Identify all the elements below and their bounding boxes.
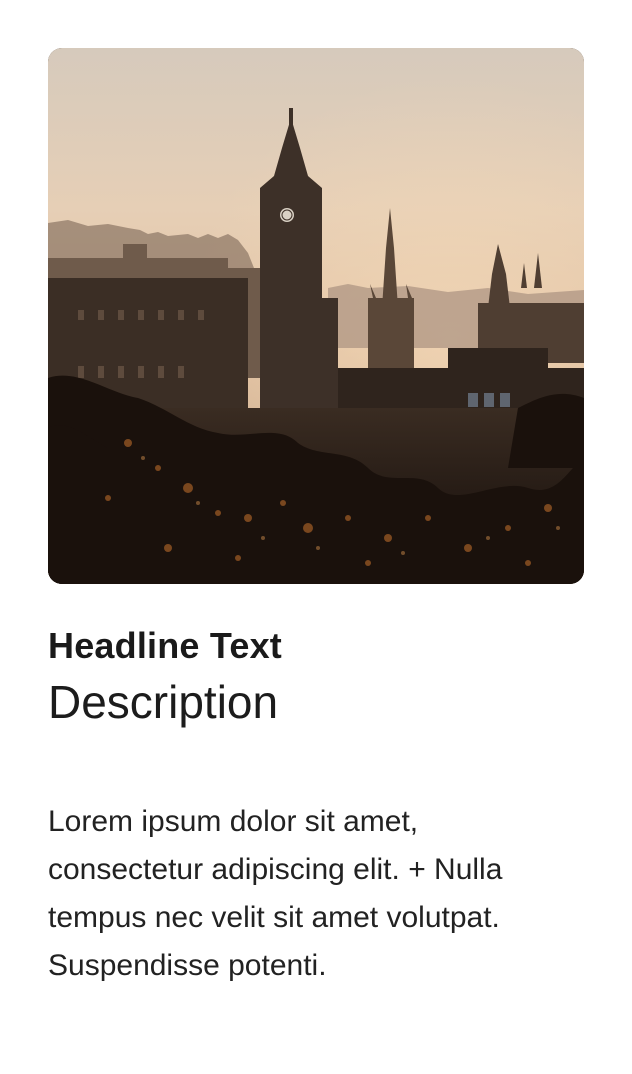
description: Description <box>48 676 279 728</box>
hero-image[interactable] <box>48 48 584 584</box>
body-text: Lorem ipsum dolor sit amet, consectetur … <box>48 805 503 982</box>
content-card: Headline Text Description Lorem ipsum do… <box>48 48 584 990</box>
headline: Headline Text <box>48 625 282 666</box>
city-skyline-illustration <box>48 48 584 584</box>
